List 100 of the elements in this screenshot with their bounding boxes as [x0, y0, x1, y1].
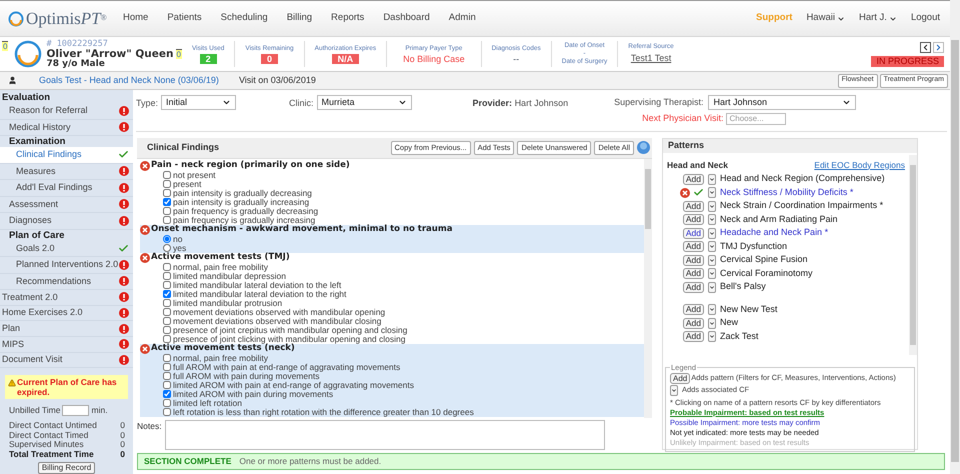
next-button[interactable]: [933, 42, 944, 52]
add-button[interactable]: Add: [670, 372, 690, 384]
checkbox[interactable]: [163, 281, 171, 290]
pattern-name[interactable]: Zack Test: [720, 330, 758, 344]
dropdown-toggle[interactable]: [708, 228, 716, 238]
scrollbar[interactable]: [909, 154, 917, 354]
unbilled-time-field[interactable]: [62, 405, 88, 416]
dropdown-toggle[interactable]: [708, 304, 716, 315]
help-icon[interactable]: [637, 141, 650, 154]
pattern-name[interactable]: New New Test: [720, 302, 778, 316]
dropdown-toggle[interactable]: [670, 384, 678, 396]
dropdown-toggle[interactable]: [708, 187, 716, 198]
sidebar-item[interactable]: Document Visit: [0, 352, 133, 368]
sidebar-item[interactable]: Add'l Eval Findings: [0, 180, 133, 196]
checkbox[interactable]: [163, 180, 171, 188]
add-button[interactable]: Add: [682, 200, 704, 212]
add-button[interactable]: Add: [682, 241, 704, 252]
add-button[interactable]: Add: [682, 214, 704, 225]
nav-link[interactable]: Reports: [331, 11, 364, 26]
pattern-name[interactable]: Headache and Neck Pain *: [720, 226, 828, 240]
nav-link[interactable]: Dashboard: [383, 11, 430, 26]
dropdown-toggle[interactable]: [708, 282, 716, 292]
sidebar-item[interactable]: Clinical Findings: [0, 147, 133, 164]
checkbox[interactable]: [163, 390, 171, 398]
checkbox[interactable]: [163, 308, 171, 316]
checkbox[interactable]: [163, 363, 171, 372]
remove-icon[interactable]: [680, 188, 690, 198]
sidebar-item[interactable]: Plan: [0, 321, 133, 337]
pattern-name[interactable]: TMJ Dysfunction: [720, 240, 788, 254]
pattern-name[interactable]: Bell's Palsy: [720, 280, 766, 294]
sidebar-item[interactable]: Measures: [0, 164, 133, 180]
user-menu[interactable]: Hart J.: [858, 11, 897, 26]
add-button[interactable]: Add: [682, 331, 704, 342]
add-button[interactable]: Add: [682, 174, 704, 184]
sidebar-item[interactable]: Diagnoses: [0, 213, 133, 230]
page-scrollbar[interactable]: [950, 0, 960, 474]
nav-link[interactable]: Billing: [286, 11, 312, 26]
add-button[interactable]: Add: [682, 268, 704, 279]
sidebar-item[interactable]: Planned Interventions 2.0: [0, 257, 133, 274]
sidebar-item[interactable]: Treatment 2.0: [0, 290, 133, 306]
sidebar-item[interactable]: Assessment: [0, 196, 133, 213]
checkbox[interactable]: [163, 198, 171, 206]
dropdown-toggle[interactable]: [708, 331, 716, 342]
scrollbar[interactable]: [644, 158, 652, 418]
dropdown-toggle[interactable]: [708, 241, 716, 252]
location-menu[interactable]: Hawaii: [806, 11, 845, 26]
type-dropdown[interactable]: Initial: [161, 95, 236, 110]
dropdown-toggle[interactable]: [708, 268, 716, 279]
radio-button[interactable]: [163, 235, 171, 244]
pattern-name[interactable]: Neck Strain / Coordination Impairments *: [720, 199, 884, 213]
nav-link[interactable]: Scheduling: [220, 11, 268, 26]
add-button[interactable]: Add: [682, 254, 704, 266]
nav-link[interactable]: Admin: [448, 11, 476, 26]
sidebar-item[interactable]: Reason for Referral: [0, 103, 133, 120]
breadcrumb-link[interactable]: Goals Test - Head and Neck None (03/06/19): [39, 74, 219, 88]
checkbox[interactable]: [163, 408, 171, 416]
pattern-name[interactable]: New: [720, 316, 738, 330]
add-button[interactable]: Add: [682, 304, 704, 315]
pattern-name[interactable]: Neck and Arm Radiating Pain: [720, 212, 838, 226]
clinic-dropdown[interactable]: Murrieta: [316, 95, 412, 110]
checkbox[interactable]: [163, 263, 171, 272]
checkbox[interactable]: [163, 326, 171, 334]
checkbox[interactable]: [163, 381, 171, 390]
pattern-name[interactable]: Head and Neck Region (Comprehensive): [720, 172, 885, 186]
checkbox[interactable]: [163, 216, 171, 224]
checkbox[interactable]: [163, 189, 171, 198]
pattern-name[interactable]: Neck Stiffness / Mobility Deficits *: [720, 186, 854, 200]
remove-icon[interactable]: [140, 160, 150, 171]
pattern-name[interactable]: Cervical Foraminotomy: [720, 266, 813, 280]
sidebar-item[interactable]: Goals 2.0: [0, 240, 133, 257]
referral-link[interactable]: Test1 Test: [630, 52, 672, 66]
logout-link[interactable]: Logout: [910, 11, 940, 26]
nav-link[interactable]: Patients: [167, 11, 202, 26]
nav-link[interactable]: Home: [123, 11, 148, 26]
add-button[interactable]: Add: [682, 228, 704, 238]
billing-record-button[interactable]: Billing Record: [38, 462, 96, 474]
notes-field[interactable]: [164, 420, 605, 450]
dropdown-toggle[interactable]: [708, 174, 716, 184]
checkbox[interactable]: [163, 299, 171, 308]
date-field[interactable]: Choose...: [726, 112, 786, 125]
checkbox[interactable]: [163, 171, 171, 180]
checkbox[interactable]: [163, 335, 171, 344]
radio-button[interactable]: [163, 244, 171, 252]
remove-icon[interactable]: [140, 344, 150, 354]
checkbox[interactable]: [163, 372, 171, 380]
checkbox[interactable]: [163, 317, 171, 326]
add-button[interactable]: Add: [682, 282, 704, 292]
pattern-name[interactable]: Cervical Spine Fusion: [720, 253, 808, 267]
previous-button[interactable]: [920, 42, 931, 52]
dropdown-toggle[interactable]: [708, 214, 716, 225]
dropdown-toggle[interactable]: [708, 200, 716, 212]
checkbox[interactable]: [163, 272, 171, 280]
remove-icon[interactable]: [140, 252, 150, 263]
remove-icon[interactable]: [140, 224, 150, 235]
edit-regions-link[interactable]: Edit EOC Body Regions: [814, 158, 905, 172]
therapist-dropdown[interactable]: Hart Johnson: [708, 95, 856, 110]
dropdown-toggle[interactable]: [708, 318, 716, 328]
dropdown-toggle[interactable]: [708, 254, 716, 266]
add-button[interactable]: Add: [682, 318, 704, 328]
sidebar-item[interactable]: Home Exercises 2.0: [0, 306, 133, 322]
